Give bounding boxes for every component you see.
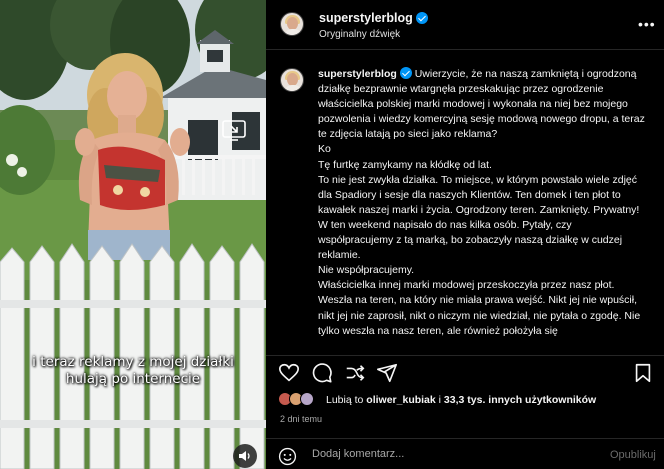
likes-middle: i xyxy=(435,394,444,406)
post-panel: superstylerblog Oryginalny dźwięk ••• su… xyxy=(266,0,664,469)
likes-row: Lubią to oliwer_kubiak i 33,3 tys. innyc… xyxy=(278,392,658,410)
likes-text[interactable]: Lubią to oliwer_kubiak i 33,3 tys. innyc… xyxy=(326,394,596,406)
caption-paragraph: Tę furtkę zamykamy na kłódkę od lat. xyxy=(318,158,492,171)
likes-count[interactable]: 33,3 tys. innych użytkowników xyxy=(444,394,596,406)
post-header: superstylerblog Oryginalny dźwięk ••• xyxy=(266,0,664,50)
send-icon[interactable] xyxy=(376,362,398,384)
post-caption-area: superstylerblog Uwierzycie, że na naszą … xyxy=(266,60,664,345)
avatar[interactable] xyxy=(280,68,304,92)
caption-paragraph: Nie współpracujemy. xyxy=(318,264,415,277)
comment-icon[interactable] xyxy=(311,362,333,384)
bookmark-icon[interactable] xyxy=(632,362,654,384)
caption-username[interactable]: superstylerblog xyxy=(318,68,397,80)
caption-line: i teraz reklamy z mojej działki xyxy=(32,354,234,370)
action-bar xyxy=(266,355,664,385)
reel-video[interactable]: i teraz reklamy z mojej działki hulają p… xyxy=(0,0,266,469)
comment-input[interactable] xyxy=(312,448,592,460)
comment-bar: Opublikuj xyxy=(266,438,664,469)
caption-line: hulają po internecie xyxy=(65,371,201,387)
verified-icon xyxy=(415,12,428,24)
post-caption: superstylerblog Uwierzycie, że na naszą … xyxy=(318,67,648,339)
likes-user[interactable]: oliwer_kubiak xyxy=(366,394,435,406)
header-username[interactable]: superstylerblog xyxy=(319,11,413,25)
avatar[interactable] xyxy=(280,12,304,36)
caption-paragraph: Właścicielka innej marki modowej przesko… xyxy=(318,279,641,337)
audio-label[interactable]: Oryginalny dźwięk xyxy=(319,29,400,40)
video-caption: i teraz reklamy z mojej działki hulają p… xyxy=(14,354,252,388)
more-icon[interactable]: ••• xyxy=(638,16,656,32)
caption-paragraph: superstylerblog Uwierzycie, że na naszą … xyxy=(318,67,648,142)
post-timestamp[interactable]: 2 dni temu xyxy=(280,414,322,424)
video-frame xyxy=(0,0,266,469)
emoji-icon[interactable] xyxy=(278,447,297,466)
likes-prefix: Lubią to xyxy=(326,394,367,406)
caption-paragraph: Ko xyxy=(318,143,331,156)
view-icon[interactable] xyxy=(222,120,246,142)
heart-icon[interactable] xyxy=(278,362,300,384)
publish-button[interactable]: Opublikuj xyxy=(610,449,656,461)
caption-paragraph: To nie jest zwykła działka. To miejsce, … xyxy=(318,173,640,216)
header-username-row[interactable]: superstylerblog xyxy=(319,11,428,25)
verified-icon xyxy=(399,67,412,79)
share-icon[interactable] xyxy=(344,362,366,384)
mute-button[interactable] xyxy=(233,444,257,468)
volume-icon xyxy=(239,451,250,461)
liker-avatar[interactable] xyxy=(300,392,314,406)
caption-paragraph: W ten weekend napisało do nas kilka osób… xyxy=(318,218,623,262)
